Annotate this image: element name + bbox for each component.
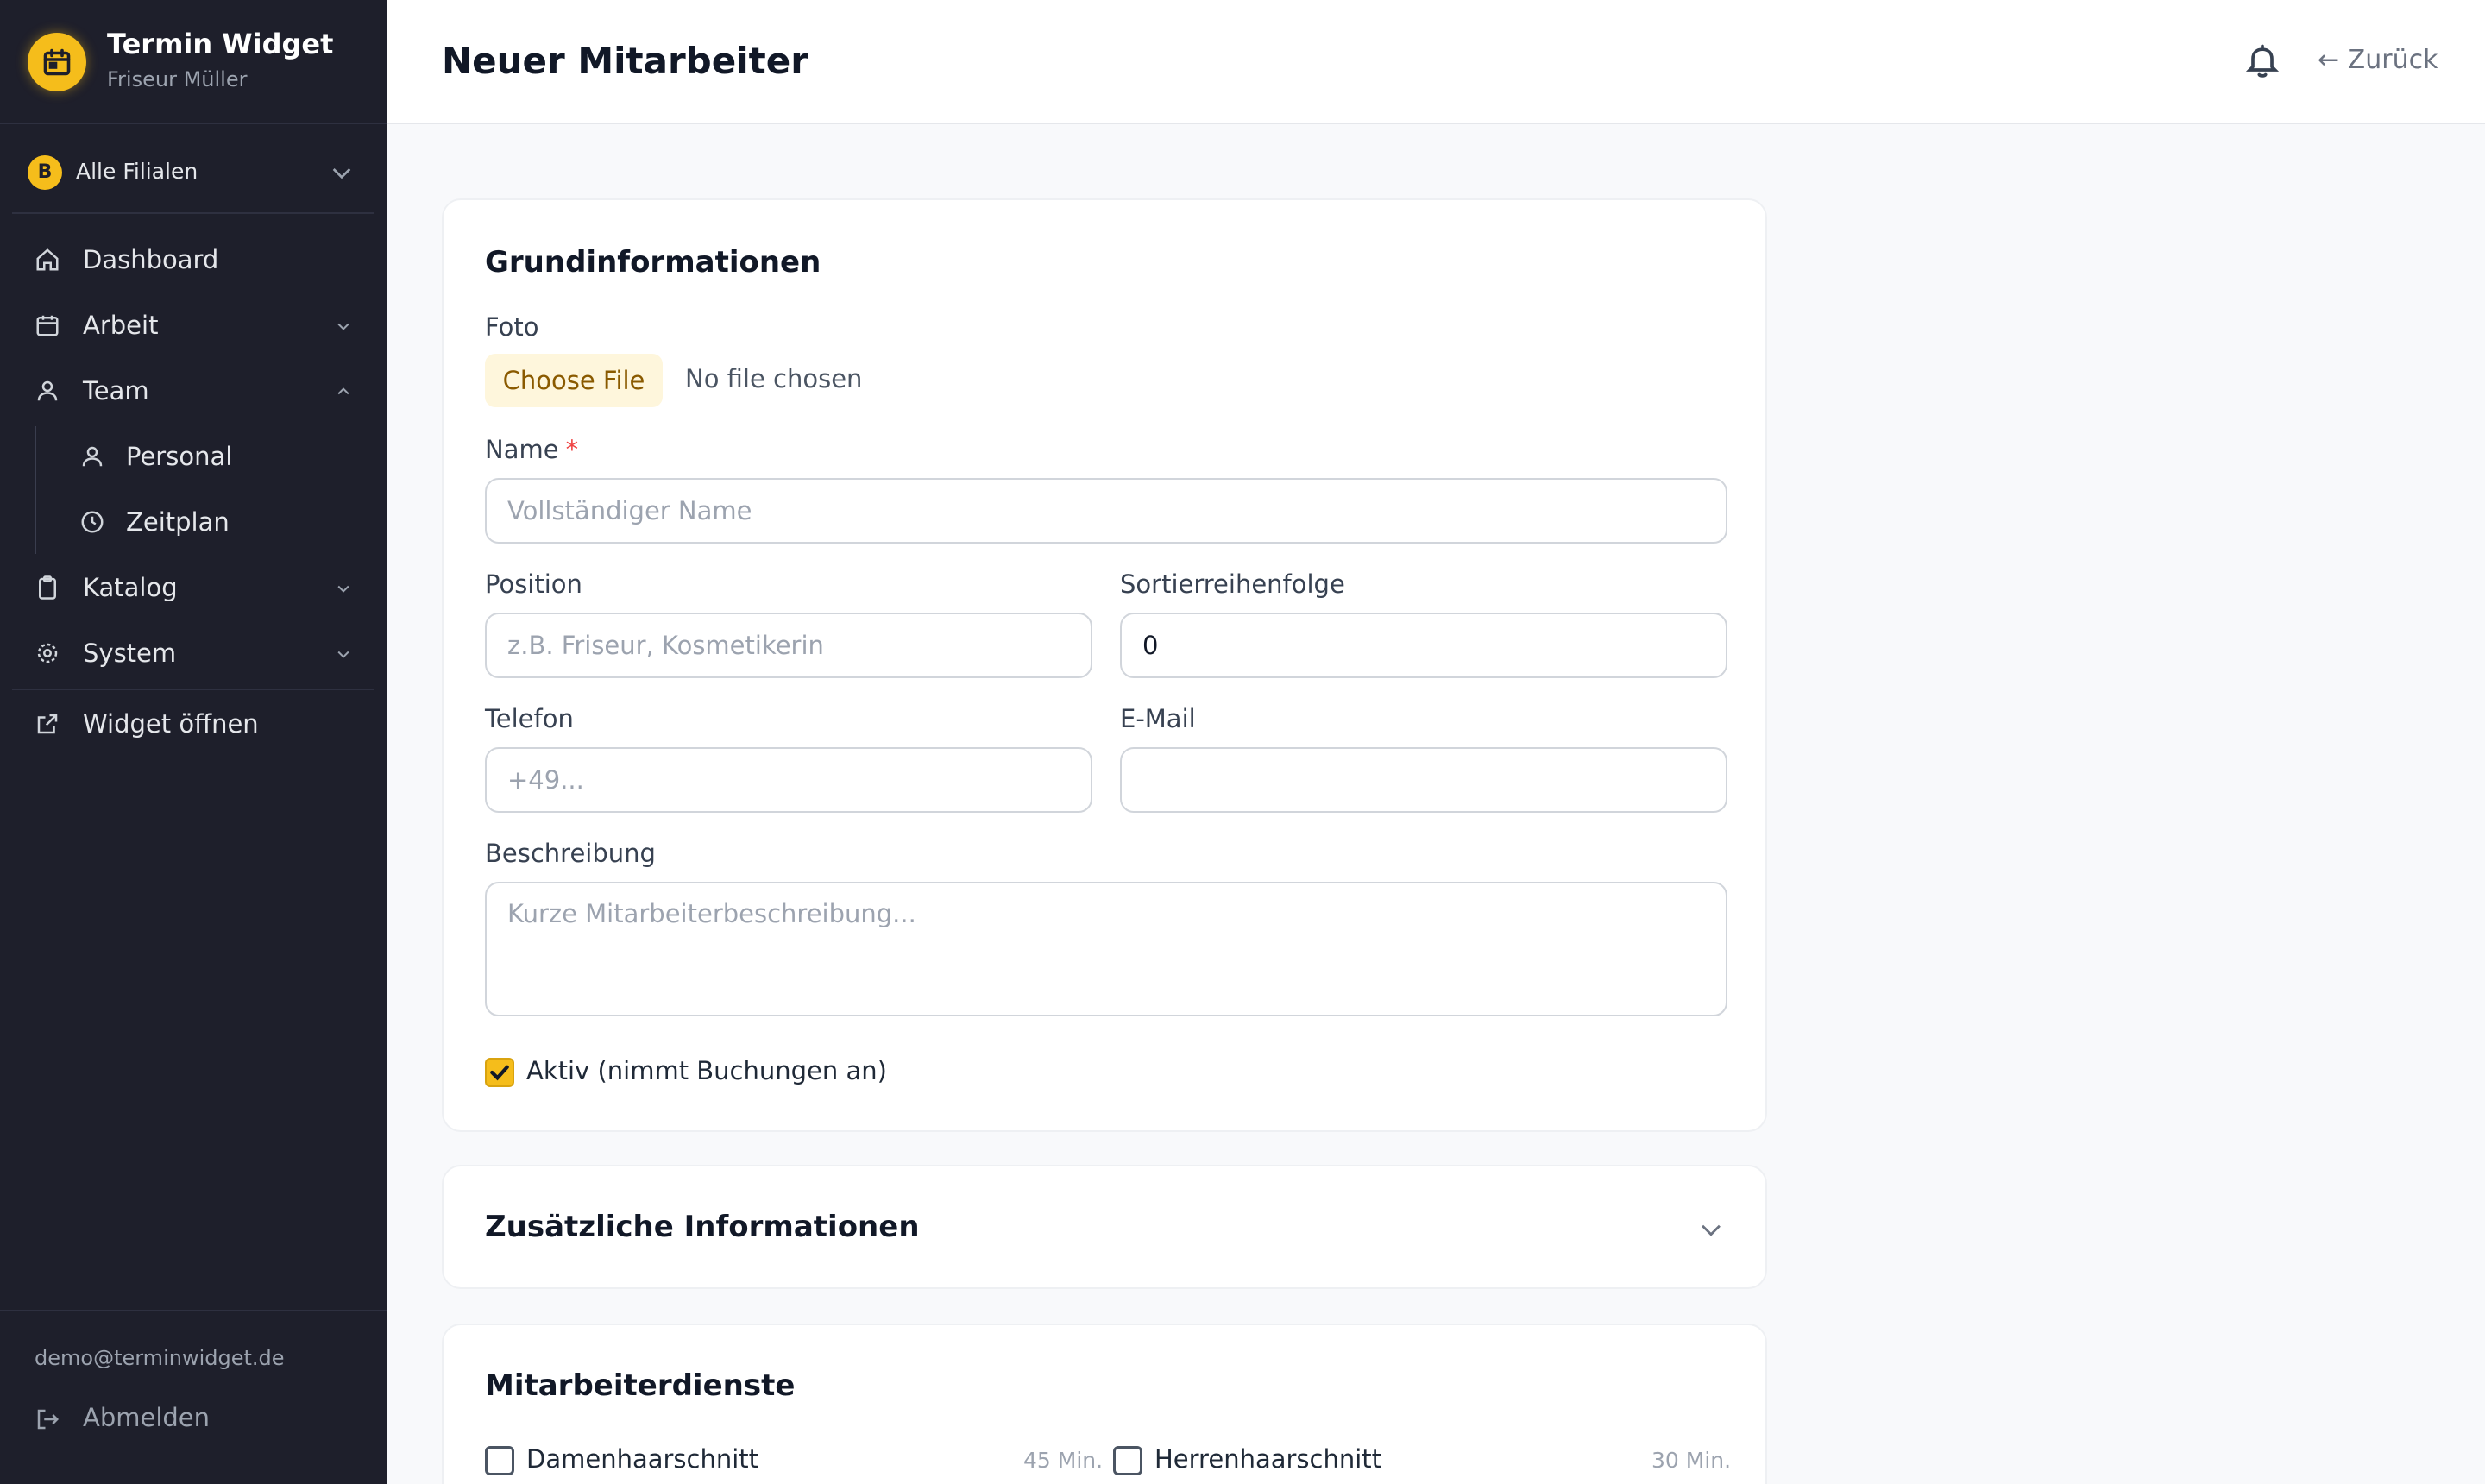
phone-input[interactable] xyxy=(485,747,1092,813)
sidebar-item-katalog[interactable]: Katalog xyxy=(12,559,374,614)
chevron-down-icon xyxy=(337,323,349,330)
chevron-down-icon xyxy=(1702,1224,1721,1236)
sidebar-item-arbeit[interactable]: Arbeit xyxy=(12,297,374,352)
sidebar-item-label: Team xyxy=(83,376,149,406)
sidebar-item-label: Arbeit xyxy=(83,311,159,340)
home-icon xyxy=(36,248,59,271)
sidebar-item-system[interactable]: System xyxy=(12,625,374,680)
brand-subtitle: Friseur Müller xyxy=(107,67,248,91)
position-input[interactable] xyxy=(485,613,1092,678)
phone-label: Telefon xyxy=(485,704,574,733)
nav-divider xyxy=(12,689,374,690)
service-name: Herrenhaarschnitt xyxy=(1154,1444,1382,1474)
sidebar-footer-divider xyxy=(0,1310,387,1311)
branch-badge: B xyxy=(28,155,62,190)
bell-icon[interactable] xyxy=(2243,40,2281,81)
active-checkbox[interactable] xyxy=(485,1058,514,1087)
calendar-icon xyxy=(36,315,59,336)
chevron-down-icon xyxy=(332,168,351,179)
position-label: Position xyxy=(485,569,582,599)
sidebar-item-personal[interactable]: Personal xyxy=(12,428,374,483)
basic-info-card: Grundinformationen Foto Choose File No f… xyxy=(442,198,1767,1132)
name-input[interactable] xyxy=(485,478,1727,544)
calendar-logo-icon xyxy=(28,33,86,91)
gear-icon xyxy=(37,643,58,663)
section-title: Grundinformationen xyxy=(485,245,821,280)
service-duration: 45 Min. xyxy=(1023,1448,1104,1473)
sidebar: Termin Widget Friseur Müller B Alle Fili… xyxy=(0,0,387,1484)
sidebar-item-team[interactable]: Team xyxy=(12,362,374,418)
sidebar-item-label: Personal xyxy=(126,442,233,471)
external-link-icon xyxy=(37,714,58,734)
service-duration: 30 Min. xyxy=(1651,1448,1732,1473)
branch-label: Alle Filialen xyxy=(76,159,198,184)
logout-label: Abmelden xyxy=(83,1403,211,1432)
chevron-down-icon xyxy=(337,585,349,593)
sort-order-label: Sortierreihenfolge xyxy=(1120,569,1345,599)
sort-order-input[interactable] xyxy=(1120,613,1727,678)
clock-icon xyxy=(81,511,104,533)
additional-info-card[interactable]: Zusätzliche Informationen xyxy=(442,1165,1767,1289)
required-marker: * xyxy=(565,435,579,464)
section-title: Zusätzliche Informationen xyxy=(485,1210,920,1244)
service-checkbox[interactable] xyxy=(1113,1446,1142,1475)
sidebar-item-widget[interactable]: Widget öffnen xyxy=(12,695,374,751)
services-card: Mitarbeiterdienste Damenhaarschnitt 45 M… xyxy=(442,1324,1767,1484)
back-link[interactable]: ← Zurück xyxy=(2318,45,2438,75)
name-label: Name * xyxy=(485,435,578,464)
user-email: demo@terminwidget.de xyxy=(35,1346,285,1370)
sidebar-item-label: System xyxy=(83,638,177,668)
email-label: E-Mail xyxy=(1120,704,1196,733)
user-icon xyxy=(37,380,58,401)
logout-icon xyxy=(37,1409,60,1430)
sidebar-item-label: Zeitplan xyxy=(126,507,230,537)
section-title: Mitarbeiterdienste xyxy=(485,1368,796,1403)
check-icon xyxy=(490,1065,509,1081)
sidebar-item-label: Dashboard xyxy=(83,245,219,274)
brand-title: Termin Widget xyxy=(107,28,334,60)
brand-header: Termin Widget Friseur Müller xyxy=(0,0,387,124)
clipboard-icon xyxy=(39,575,56,600)
service-name: Damenhaarschnitt xyxy=(526,1444,759,1474)
service-checkbox[interactable] xyxy=(485,1446,514,1475)
description-textarea[interactable] xyxy=(485,882,1727,1016)
name-label-text: Name xyxy=(485,435,559,464)
description-label: Beschreibung xyxy=(485,839,656,868)
sidebar-item-zeitplan[interactable]: Zeitplan xyxy=(12,494,374,549)
sidebar-item-label: Widget öffnen xyxy=(83,709,259,739)
chevron-down-icon xyxy=(337,651,349,658)
photo-label: Foto xyxy=(485,312,539,342)
page-title: Neuer Mitarbeiter xyxy=(442,40,808,82)
choose-file-button[interactable]: Choose File xyxy=(485,354,663,407)
top-header: Neuer Mitarbeiter ← Zurück xyxy=(387,0,2485,124)
logout-button[interactable]: Abmelden xyxy=(12,1391,374,1446)
sidebar-item-dashboard[interactable]: Dashboard xyxy=(12,231,374,286)
branch-selector[interactable]: B Alle Filialen xyxy=(12,135,374,214)
sidebar-item-label: Katalog xyxy=(83,573,178,602)
user-icon xyxy=(82,446,103,467)
chevron-up-icon xyxy=(337,387,349,395)
email-input[interactable] xyxy=(1120,747,1727,813)
active-label: Aktiv (nimmt Buchungen an) xyxy=(526,1056,887,1085)
file-status: No file chosen xyxy=(685,364,863,393)
